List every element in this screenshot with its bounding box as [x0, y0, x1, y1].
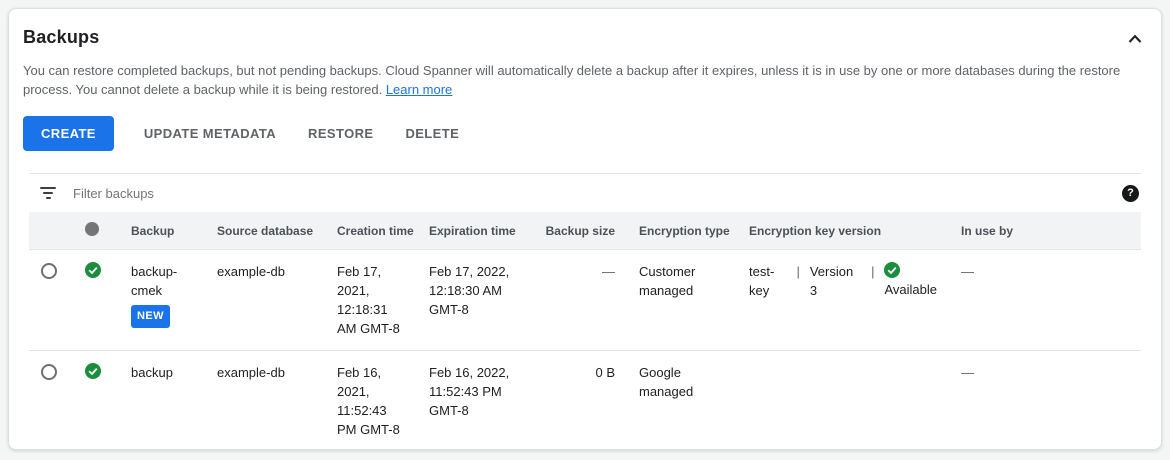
backup-size-cell: 0 B: [531, 351, 627, 451]
filter-list-icon[interactable]: [39, 187, 57, 199]
source-database-column-header: Source database: [205, 212, 325, 250]
expiration-time-cell: Feb 17, 2022, 12:18:30 AM GMT-8: [417, 250, 531, 351]
row-select-radio[interactable]: [41, 364, 57, 380]
filter-backups-input[interactable]: [73, 186, 1110, 201]
encryption-type-cell: Customer managed: [627, 250, 737, 351]
panel-header: Backups: [9, 9, 1161, 52]
row-select-radio[interactable]: [41, 263, 57, 279]
backup-name: backup: [119, 351, 205, 451]
panel-description: You can restore completed backups, but n…: [9, 52, 1161, 99]
success-check-icon: [85, 262, 101, 278]
in-use-by-cell: —: [949, 250, 1141, 351]
separator: |: [871, 262, 874, 300]
status-column-header: [73, 212, 119, 250]
creation-time-column-header: Creation time: [325, 212, 417, 250]
status-circle-icon: [85, 222, 99, 236]
success-check-icon: [85, 363, 101, 379]
backups-panel: Backups You can restore completed backup…: [8, 8, 1162, 450]
encryption-type-cell: Google managed: [627, 351, 737, 451]
key-status-label: Available: [884, 282, 937, 297]
backup-column-header: Backup: [119, 212, 205, 250]
collapse-panel-button[interactable]: [1125, 29, 1145, 52]
backups-table-card: ? Backup Source database Creation time E…: [29, 173, 1141, 450]
chevron-up-icon: [1127, 35, 1143, 50]
new-badge: NEW: [131, 305, 170, 328]
source-database-cell: example-db: [205, 250, 325, 351]
backup-size-column-header: Backup size: [531, 212, 627, 250]
learn-more-link[interactable]: Learn more: [386, 82, 452, 97]
in-use-by-column-header: In use by: [949, 212, 1141, 250]
creation-time-cell: Feb 16, 2021, 11:52:43 PM GMT-8: [325, 351, 417, 451]
encryption-key-version-cell: test-key | Version 3 | Available: [737, 250, 949, 351]
in-use-by-cell: —: [949, 351, 1141, 451]
separator: |: [796, 262, 799, 300]
backup-name: backup-cmek: [131, 262, 193, 300]
key-status: Available: [884, 262, 937, 300]
expiration-time-cell: Feb 16, 2022, 11:52:43 PM GMT-8: [417, 351, 531, 451]
help-icon[interactable]: ?: [1122, 185, 1139, 202]
encryption-key-version-cell: [737, 351, 949, 451]
backups-table: Backup Source database Creation time Exp…: [29, 212, 1141, 450]
expiration-time-column-header: Expiration time: [417, 212, 531, 250]
restore-button[interactable]: RESTORE: [306, 116, 375, 151]
action-toolbar: CREATE UPDATE METADATA RESTORE DELETE: [9, 99, 1161, 173]
encryption-type-column-header: Encryption type: [627, 212, 737, 250]
table-header-row: Backup Source database Creation time Exp…: [29, 212, 1141, 250]
backup-size-cell: —: [531, 250, 627, 351]
encryption-key-version-column-header: Encryption key version: [737, 212, 949, 250]
table-row: backup example-db Feb 16, 2021, 11:52:43…: [29, 351, 1141, 451]
creation-time-cell: Feb 17, 2021, 12:18:31 AM GMT-8: [325, 250, 417, 351]
table-row: backup-cmek NEW example-db Feb 17, 2021,…: [29, 250, 1141, 351]
key-name: test-key: [749, 262, 786, 300]
page-title: Backups: [23, 27, 99, 48]
delete-button[interactable]: DELETE: [403, 116, 461, 151]
success-check-icon: [884, 262, 900, 278]
create-button[interactable]: CREATE: [23, 116, 114, 151]
filter-bar: ?: [29, 174, 1141, 212]
key-version: Version 3: [810, 262, 861, 300]
source-database-cell: example-db: [205, 351, 325, 451]
select-column-header: [29, 212, 73, 250]
description-text: You can restore completed backups, but n…: [23, 63, 1120, 97]
update-metadata-button[interactable]: UPDATE METADATA: [142, 116, 278, 151]
